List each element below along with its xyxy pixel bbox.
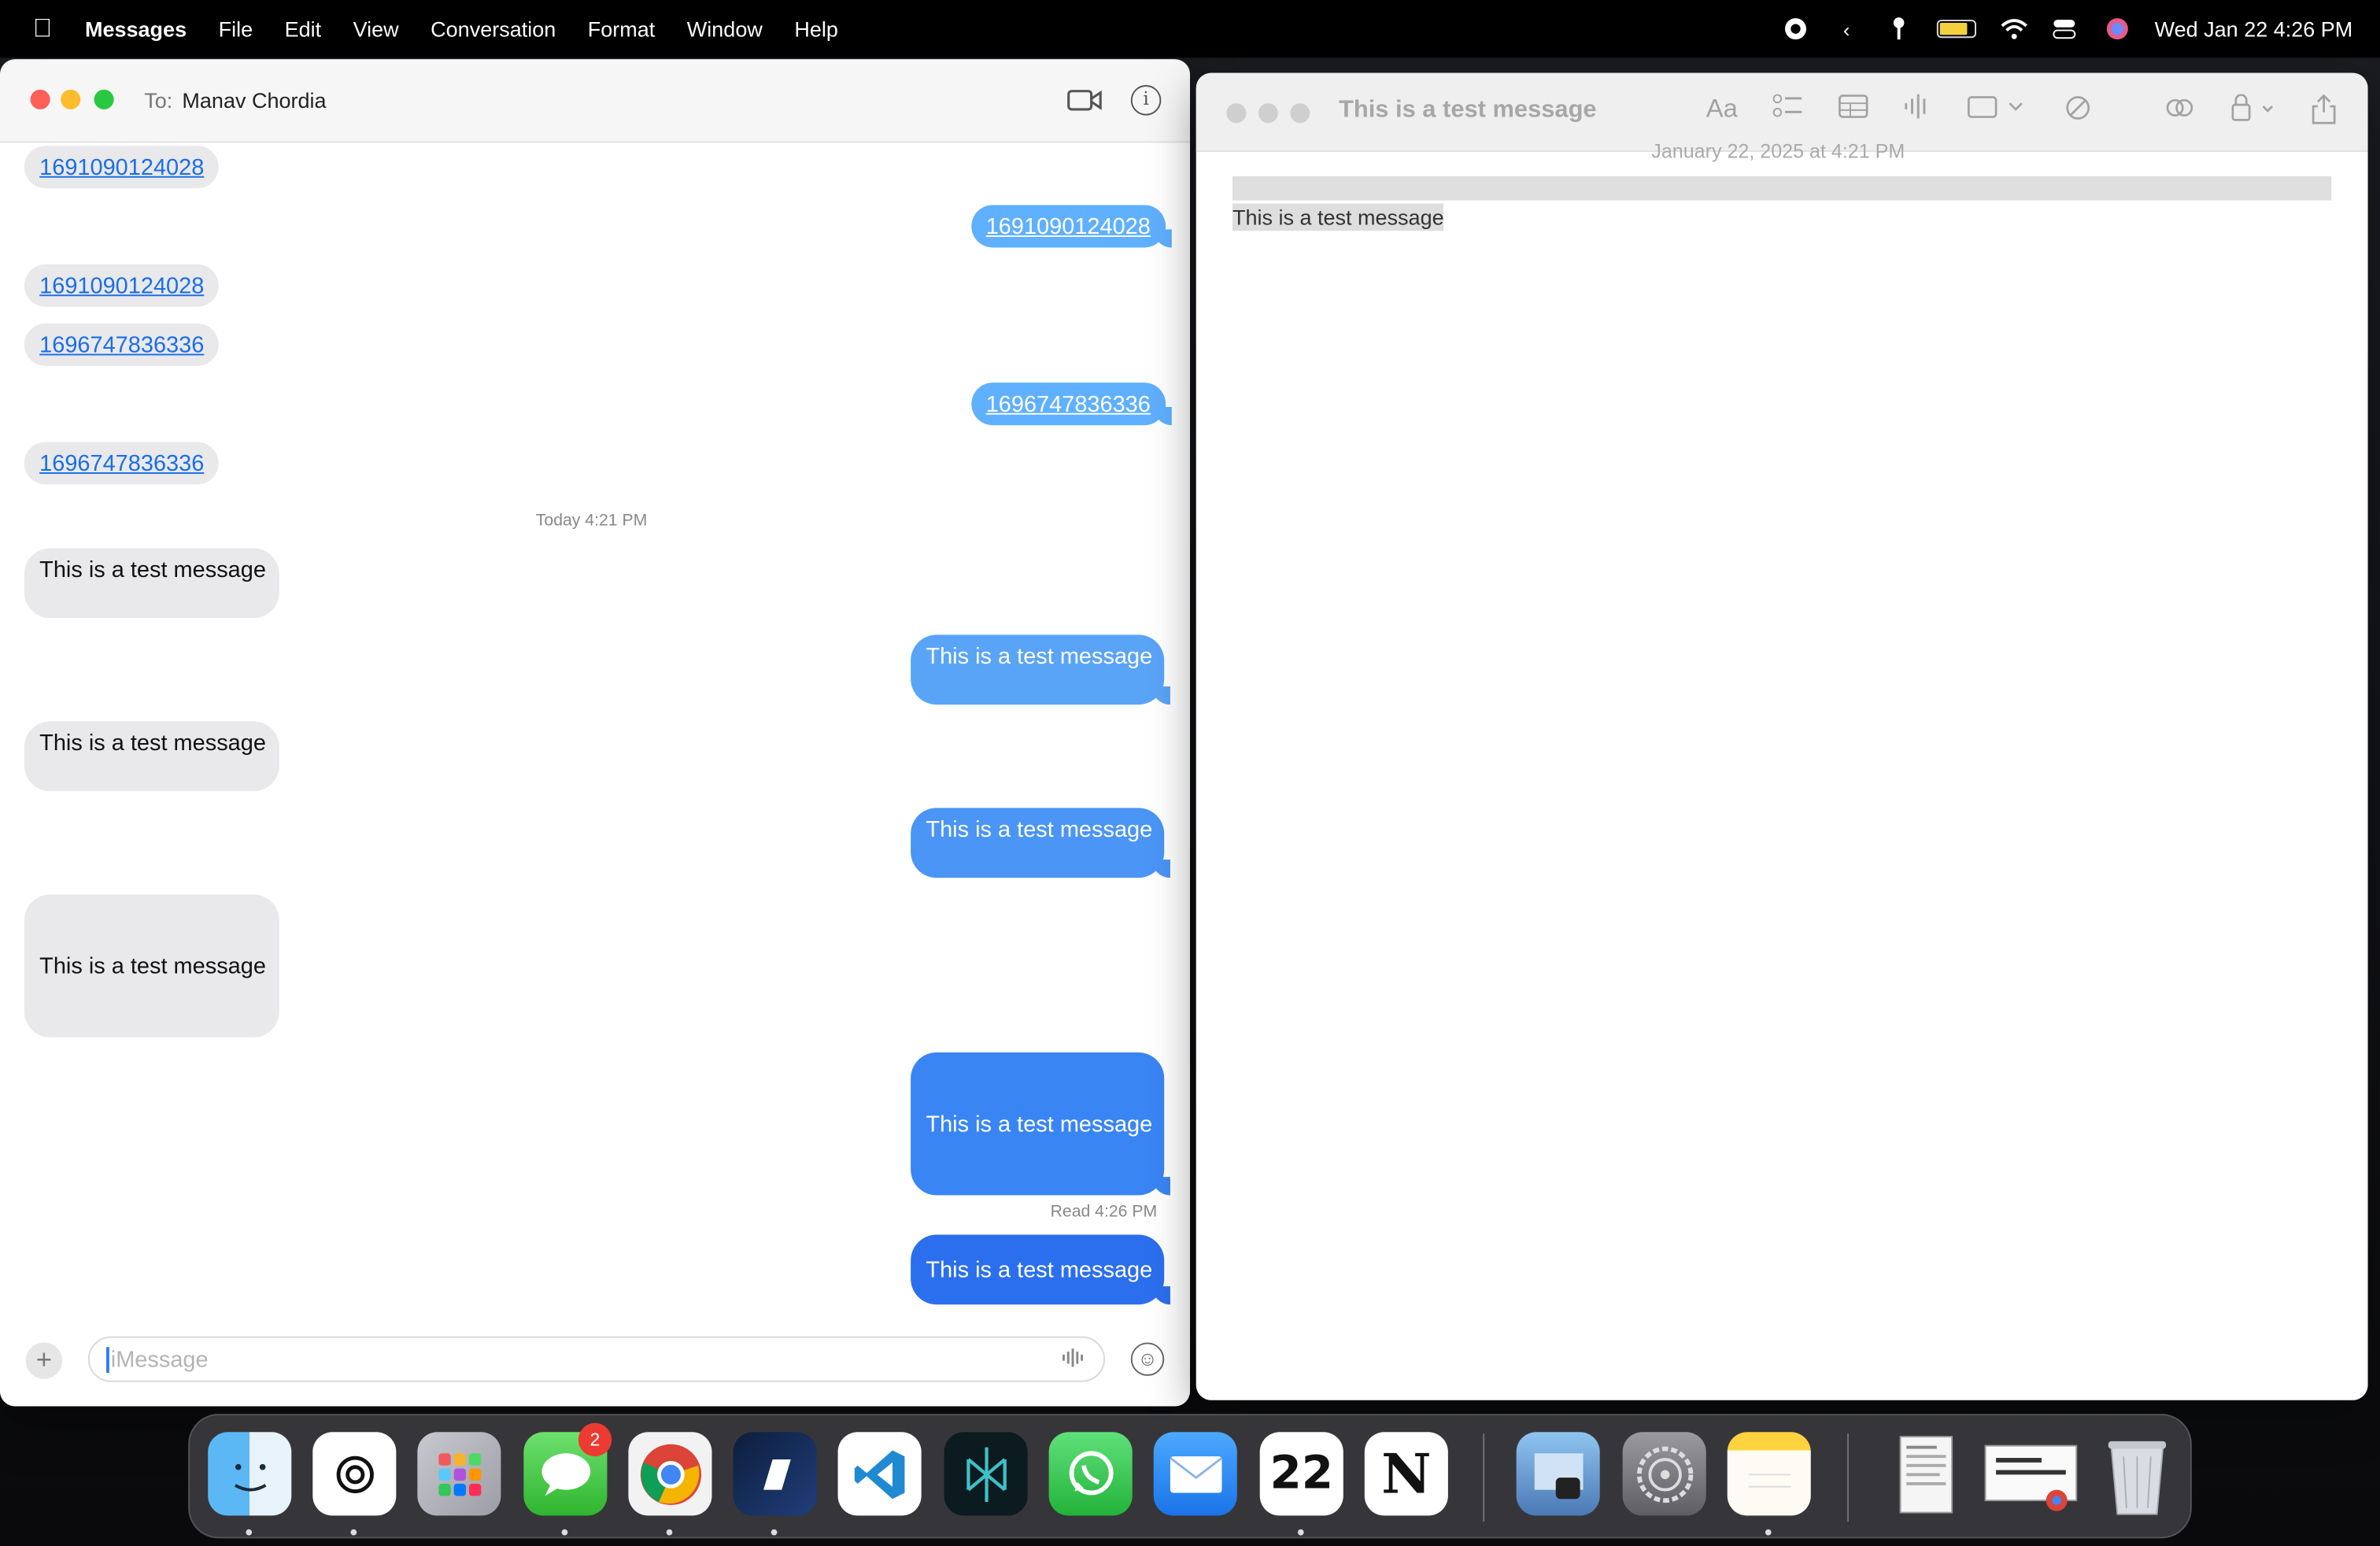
running-indicator [350, 1529, 357, 1536]
siri-icon[interactable] [2103, 17, 2131, 41]
settings-icon[interactable] [1622, 1432, 1706, 1516]
minimize-button[interactable] [1258, 103, 1278, 124]
running-indicator [1297, 1529, 1304, 1536]
message-bubble-incoming[interactable]: 1696747836336 [18, 442, 220, 485]
notes-icon[interactable] [1727, 1432, 1811, 1516]
imessage-placeholder: iMessage [110, 1347, 209, 1374]
zoom-button[interactable] [1290, 103, 1310, 124]
close-button[interactable] [1226, 103, 1247, 124]
share-icon[interactable] [2310, 94, 2338, 132]
running-indicator [666, 1529, 673, 1536]
info-icon[interactable]: i [1130, 85, 1162, 116]
note-date: January 22, 2025 at 4:21 PM [1651, 139, 1905, 163]
mail-icon[interactable] [1153, 1432, 1237, 1516]
running-indicator [561, 1529, 568, 1536]
messages-titlebar: To: Manav Chordia i [0, 59, 1190, 143]
message-bubble-incoming[interactable]: This is a test message [18, 894, 279, 1037]
message-bubble-incoming[interactable]: 1691090124028 [18, 146, 220, 189]
media-icon[interactable] [1967, 94, 2024, 127]
note-selection-highlight [1232, 176, 2332, 201]
preview-icon[interactable] [1516, 1432, 1600, 1516]
facetime-video-icon[interactable] [1067, 87, 1103, 114]
message-bubble-outgoing[interactable]: This is a test message [911, 1052, 1170, 1196]
conversation-timestamp: Today 4:21 PM [535, 512, 648, 531]
message-bubble-outgoing[interactable]: 1696747836336 [970, 383, 1173, 426]
chrome-icon[interactable] [628, 1432, 712, 1516]
read-receipt: Read 4:26 PM [1050, 1202, 1158, 1222]
imessage-input[interactable]: iMessage [87, 1336, 1105, 1382]
notes-window: This is a test message Aa January 22, 20… [1196, 72, 2368, 1400]
apple-menu-icon[interactable]:  [0, 13, 85, 44]
markup-icon[interactable] [2063, 94, 2094, 129]
message-bubble-outgoing[interactable]: 1691090124028 [970, 205, 1173, 248]
zoom-button[interactable] [94, 89, 114, 109]
format-text-icon[interactable]: Aa [1706, 94, 1738, 125]
messages-icon[interactable]: 2 [523, 1422, 612, 1516]
running-indicator [246, 1529, 253, 1536]
linear-icon[interactable] [733, 1432, 817, 1516]
message-bubble-incoming[interactable]: This is a test message [18, 721, 279, 792]
menu-format[interactable]: Format [588, 17, 656, 41]
compose-bar: + iMessage ☺ [0, 1334, 1190, 1407]
menu-bar:  Messages File Edit View Conversation F… [0, 0, 2380, 58]
message-bubble-outgoing[interactable]: This is a test message [911, 808, 1170, 878]
document-icon[interactable] [1882, 1432, 1965, 1515]
control-center-icon[interactable] [2051, 17, 2079, 41]
dock: 2 22 N [188, 1414, 2192, 1539]
note-body[interactable]: This is a test message [1232, 203, 1444, 231]
menu-conversation[interactable]: Conversation [431, 17, 556, 41]
desktop:  Messages File Edit View Conversation F… [0, 0, 2380, 1546]
battery-icon[interactable] [1935, 20, 1976, 39]
chatgpt-icon[interactable] [312, 1432, 397, 1516]
menu-file[interactable]: File [219, 17, 253, 41]
trash-icon[interactable] [2094, 1432, 2178, 1515]
whatsapp-icon[interactable] [1048, 1432, 1133, 1516]
vscode-icon[interactable] [837, 1432, 922, 1516]
running-indicator [1765, 1529, 1772, 1536]
messages-window: To: Manav Chordia i 1691090124028 169109… [0, 59, 1190, 1407]
minimize-button[interactable] [61, 89, 81, 109]
chevron-left-icon[interactable]: ‹ [1833, 17, 1861, 41]
menu-view[interactable]: View [353, 17, 399, 41]
message-bubble-incoming[interactable]: 1691090124028 [18, 264, 220, 307]
wifi-icon[interactable] [2000, 17, 2027, 41]
audio-recording-icon[interactable] [1903, 94, 1931, 127]
menu-help[interactable]: Help [794, 17, 838, 41]
menu-edit[interactable]: Edit [285, 17, 322, 41]
menu-clock[interactable]: Wed Jan 22 4:26 PM [2155, 17, 2353, 41]
recipient-name[interactable]: Manav Chordia [182, 88, 326, 113]
launchpad-icon[interactable] [417, 1432, 501, 1516]
to-label: To: [144, 87, 173, 113]
finder-icon[interactable] [208, 1432, 292, 1516]
emoji-icon[interactable]: ☺ [1130, 1342, 1165, 1376]
dock-separator [1483, 1433, 1485, 1522]
table-icon[interactable] [1838, 94, 1868, 127]
collaborate-icon[interactable] [2164, 94, 2195, 129]
message-bubble-outgoing[interactable]: This is a test message [911, 634, 1170, 705]
screen-record-icon[interactable] [1781, 17, 1809, 41]
key-icon[interactable] [1884, 17, 1912, 41]
notion-icon[interactable]: N [1364, 1432, 1448, 1516]
chrome-window-icon[interactable] [1984, 1432, 2079, 1515]
message-bubble-incoming[interactable]: This is a test message [18, 548, 279, 619]
dock-separator [1847, 1433, 1849, 1522]
note-title: This is a test message [1338, 97, 1597, 124]
unread-badge: 2 [578, 1422, 612, 1457]
perplexity-icon[interactable] [944, 1432, 1028, 1516]
calendar-icon[interactable]: 22 [1259, 1432, 1343, 1516]
message-bubble-incoming[interactable]: 1696747836336 [18, 323, 220, 366]
lock-icon[interactable] [2230, 94, 2278, 129]
menu-window[interactable]: Window [687, 17, 763, 41]
running-indicator [771, 1529, 778, 1536]
message-bubble-outgoing[interactable]: This is a test message [911, 1234, 1170, 1305]
checklist-icon[interactable] [1772, 94, 1804, 127]
close-button[interactable] [30, 89, 50, 109]
menu-app-name[interactable]: Messages [85, 17, 187, 41]
plus-icon[interactable]: + [25, 1342, 63, 1379]
audio-waveform-icon[interactable] [1061, 1347, 1088, 1373]
text-caret [105, 1347, 109, 1374]
